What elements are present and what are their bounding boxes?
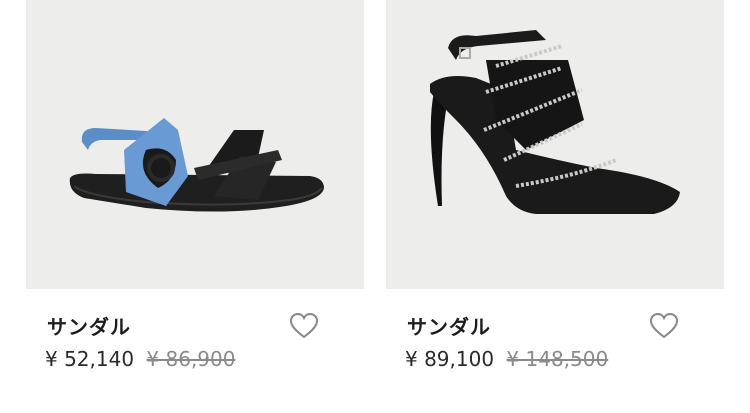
sandal-image	[69, 118, 325, 212]
sale-price: ¥ 52,140	[45, 347, 135, 371]
price-row: ¥ 52,140 ¥ 86,900	[45, 347, 235, 371]
product-image[interactable]	[386, 0, 724, 289]
product-image[interactable]	[26, 0, 364, 289]
product-name[interactable]: サンダル	[407, 311, 491, 340]
heart-icon[interactable]	[649, 312, 679, 340]
heel-image	[430, 30, 680, 214]
product-card[interactable]: サンダル ¥ 52,140 ¥ 86,900	[26, 0, 364, 413]
product-name[interactable]: サンダル	[47, 311, 131, 340]
original-price: ¥ 86,900	[146, 347, 236, 371]
product-card[interactable]: サンダル ¥ 89,100 ¥ 148,500	[386, 0, 724, 413]
price-row: ¥ 89,100 ¥ 148,500	[405, 347, 608, 371]
original-price: ¥ 148,500	[506, 347, 609, 371]
heart-icon[interactable]	[289, 312, 319, 340]
sale-price: ¥ 89,100	[405, 347, 495, 371]
